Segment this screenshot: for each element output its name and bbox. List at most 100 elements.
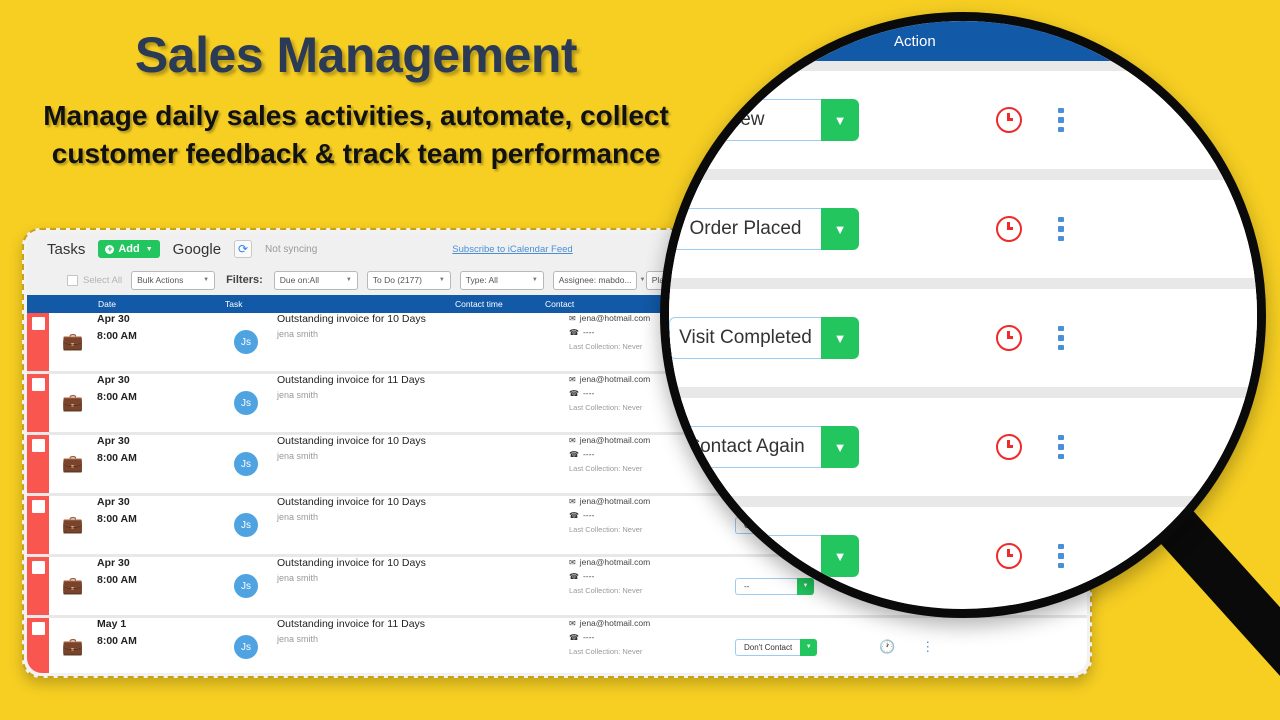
filter-assignee[interactable]: Assignee: mabdo... ▼	[552, 270, 645, 290]
more-options-icon[interactable]	[1058, 107, 1064, 133]
chevron-down-icon: ▼	[345, 277, 352, 283]
row-select-bar[interactable]	[27, 557, 49, 615]
magnified-status-cell: Visit Completed ▼	[669, 317, 904, 359]
row-select-bar[interactable]	[27, 435, 49, 493]
clock-icon[interactable]: 🕐	[879, 639, 895, 655]
magnified-table-header: Status Action	[669, 21, 1257, 61]
row-phone: ----	[582, 449, 595, 459]
status-value[interactable]: Don't Contact	[735, 638, 801, 656]
row-time-value: 8:00 AM	[97, 391, 137, 403]
magnified-actions-cell	[904, 543, 1064, 569]
magnified-table-row[interactable]: Order Placed ▼	[669, 180, 1257, 278]
status-dropdown[interactable]: Order Placed ▼	[669, 208, 859, 250]
more-options-icon[interactable]: ⋮	[921, 640, 934, 653]
briefcase-icon: 💼	[62, 576, 84, 595]
add-button[interactable]: + Add ▼	[98, 240, 160, 258]
clock-icon[interactable]	[996, 325, 1022, 351]
more-options-icon[interactable]	[1058, 434, 1064, 460]
magnified-table-row[interactable]: M -- ▼	[669, 507, 1257, 605]
chevron-down-icon[interactable]: ▼	[821, 99, 859, 141]
clock-icon[interactable]	[996, 543, 1022, 569]
row-task-title: Outstanding invoice for 10 Days	[277, 557, 426, 569]
chevron-down-icon: ▼	[145, 245, 153, 253]
magnified-table-row[interactable]: New ▼	[669, 71, 1257, 169]
row-phone: ----	[582, 388, 595, 398]
row-select-bar[interactable]	[27, 618, 49, 673]
row-task-title: Outstanding invoice for 10 Days	[277, 313, 426, 325]
row-select-bar[interactable]	[27, 496, 49, 554]
chevron-down-icon[interactable]: ▼	[821, 208, 859, 250]
page-subtitle: Manage daily sales activities, automate,…	[43, 100, 669, 170]
column-date: Date	[98, 299, 116, 309]
briefcase-icon: 💼	[62, 637, 84, 656]
status-dropdown[interactable]: Visit Completed ▼	[669, 317, 859, 359]
more-options-icon[interactable]	[1058, 216, 1064, 242]
filter-due-on[interactable]: Due on:All ▼	[273, 270, 358, 290]
status-dropdown[interactable]: New ▼	[669, 99, 859, 141]
row-date: Apr 30 8:00 AM	[97, 374, 215, 432]
sync-status: Not syncing	[265, 243, 318, 255]
row-last-collection: Last Collection: Never	[569, 586, 643, 595]
more-options-icon[interactable]	[1058, 543, 1064, 569]
refresh-icon[interactable]: ⟳	[234, 240, 253, 258]
status-value[interactable]: Contact Again	[669, 426, 821, 468]
select-all-label: Select All	[83, 274, 123, 286]
status-dropdown[interactable]: -- ▼	[669, 535, 859, 577]
row-checkbox[interactable]	[31, 622, 45, 635]
magnified-column-action: Action	[894, 32, 936, 50]
magnified-table-row[interactable]: M Visit Completed ▼	[669, 289, 1257, 387]
status-value[interactable]: New	[669, 99, 821, 141]
row-task-title: Outstanding invoice for 11 Days	[277, 374, 426, 386]
filter-todo[interactable]: To Do (2177) ▼	[366, 270, 451, 290]
status-value[interactable]: Order Placed	[669, 208, 821, 250]
row-email: jena@hotmail.com	[579, 435, 651, 445]
row-task: Outstanding invoice for 10 Days jena smi…	[277, 557, 567, 615]
page-title: Sales Management	[134, 27, 578, 83]
row-task-assignee: jena smith	[277, 634, 319, 644]
filter-label: Due on:All	[279, 275, 319, 285]
briefcase-icon: 💼	[62, 393, 84, 412]
select-all-control[interactable]: Select All	[67, 274, 123, 286]
chevron-down-icon[interactable]: ▼	[821, 317, 859, 359]
clock-icon[interactable]	[996, 107, 1022, 133]
status-dropdown[interactable]: Don't Contact ▼	[735, 638, 818, 656]
tasks-title: Tasks	[47, 240, 86, 258]
chevron-down-icon: ▼	[438, 277, 445, 283]
row-task-assignee: jena smith	[277, 512, 319, 522]
row-email: jena@hotmail.com	[579, 313, 651, 323]
status-value[interactable]: --	[669, 535, 821, 577]
hero-block: Sales Management Manage daily sales acti…	[0, 28, 712, 174]
row-date: Apr 30 8:00 AM	[97, 557, 215, 615]
avatar: Js	[215, 618, 277, 673]
filters-label: Filters:	[226, 274, 263, 286]
select-all-checkbox[interactable]	[67, 274, 78, 286]
phone-icon: ☎	[569, 632, 579, 642]
chevron-down-icon[interactable]: ▼	[821, 535, 859, 577]
status-value[interactable]: Visit Completed	[669, 317, 821, 359]
row-task-title: Outstanding invoice for 10 Days	[277, 496, 426, 508]
row-select-bar[interactable]	[27, 374, 49, 432]
chevron-down-icon[interactable]: ▼	[821, 426, 859, 468]
row-checkbox[interactable]	[31, 439, 45, 452]
magnified-actions-cell	[904, 216, 1064, 242]
filter-type[interactable]: Type: All ▼	[459, 270, 544, 290]
table-row[interactable]: 💼 May 1 8:00 AM Js Outstanding invoice f…	[27, 618, 1087, 673]
row-checkbox[interactable]	[31, 317, 45, 330]
clock-icon[interactable]	[996, 216, 1022, 242]
status-dropdown[interactable]: Contact Again ▼	[669, 426, 859, 468]
row-checkbox[interactable]	[31, 561, 45, 574]
icalendar-feed-link[interactable]: Subscribe to iCalendar Feed	[452, 244, 572, 255]
phone-icon: ☎	[569, 571, 579, 581]
row-select-bar[interactable]	[27, 313, 49, 371]
bulk-actions-dropdown[interactable]: Bulk Actions ▼	[131, 270, 216, 290]
row-date-value: Apr 30	[97, 557, 130, 569]
magnified-table-row[interactable]: M Contact Again ▼	[669, 398, 1257, 496]
row-checkbox[interactable]	[31, 378, 45, 391]
chevron-down-icon[interactable]: ▼	[800, 638, 818, 656]
phone-icon: ☎	[569, 449, 579, 459]
more-options-icon[interactable]	[1058, 325, 1064, 351]
clock-icon[interactable]	[996, 434, 1022, 460]
row-checkbox[interactable]	[31, 500, 45, 513]
chevron-down-icon: ▼	[203, 277, 210, 283]
row-date-value: Apr 30	[97, 435, 130, 447]
